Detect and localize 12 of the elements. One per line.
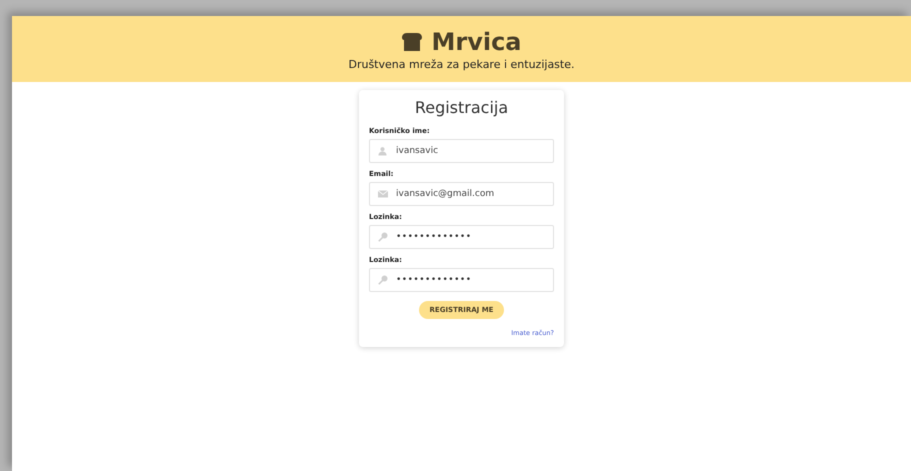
form-title: Registracija (414, 98, 510, 117)
bread-icon (401, 32, 424, 52)
password-field[interactable]: ••••••••••••• (369, 268, 554, 292)
key-icon (378, 232, 388, 242)
site-tagline: Društvena mreža za pekare i entuzijaste. (348, 58, 574, 70)
username-field[interactable]: ivansavic (369, 139, 554, 163)
email-field[interactable]: ivansavic@gmail.com (369, 182, 554, 206)
key-icon (378, 275, 388, 285)
user-icon (378, 146, 387, 156)
site-title: Mrvica (431, 28, 522, 56)
envelope-icon (378, 190, 388, 198)
password-field[interactable]: ••••••••••••• (369, 225, 554, 249)
